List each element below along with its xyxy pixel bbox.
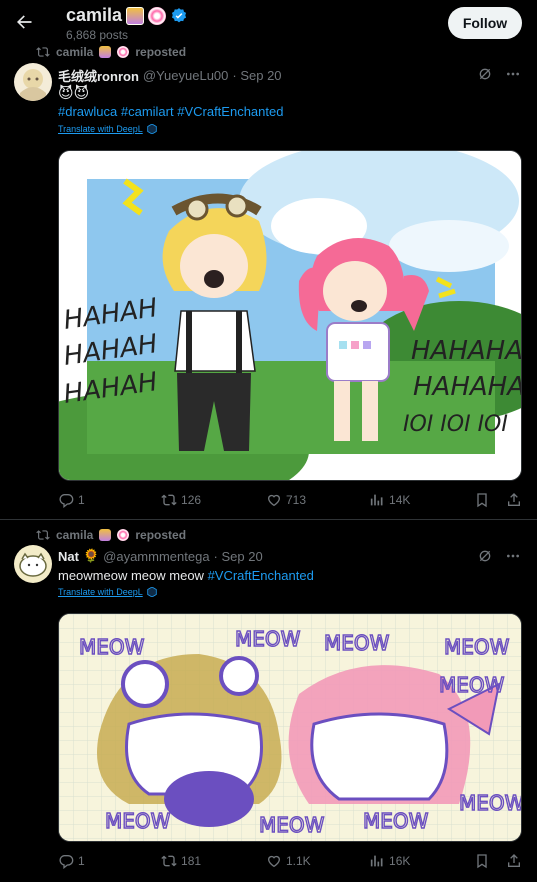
tweet-top-actions [477,548,521,564]
tweet-author-row: Nat 🌻 @ayammmentega · Sep 20 [58,548,263,564]
more-options-icon[interactable] [505,548,521,564]
heart-icon [267,855,281,868]
repost-count: 181 [181,854,202,868]
views-count: 16K [389,854,411,868]
hashtag-links[interactable]: #drawluca #camilart #VCraftEnchanted [58,104,283,119]
avatar[interactable] [14,63,52,101]
tweet-text: meowmeow meow meow #VCraftEnchanted [58,568,314,583]
art-text-right-2: HAHAHA [413,372,522,402]
author-handle[interactable]: @YueyueLu00 [143,68,229,83]
repost-button[interactable]: 126 [161,492,266,508]
reply-count: 1 [78,854,85,868]
post-count: 6,868 posts [66,28,129,42]
author-name[interactable]: 毛绒绒ronron [58,66,139,85]
repost-indicator: camila reposted [36,45,186,59]
deepl-icon [147,124,157,134]
tweet-author-row: 毛绒绒ronron @YueyueLu00 · Sep 20 [58,66,282,85]
author-name[interactable]: Nat [58,549,79,564]
heart-icon [267,494,281,507]
reply-icon [59,855,74,869]
repost-count: 126 [181,493,202,507]
tweet-media-image[interactable]: MEOW MEOW MEOW MEOW MEOW MEOW MEOW MEOW … [58,613,522,842]
art-text-meow: MEOW [235,627,301,651]
profile-name: camila [66,5,123,25]
reply-icon [59,494,74,508]
art-text-meow: MEOW [324,631,390,655]
reply-count: 1 [78,493,85,507]
tarot-card-emoji-icon [99,529,112,541]
like-count: 1.1K [286,854,311,868]
translate-label[interactable]: Translate with DeepL [58,587,143,597]
art-text-meow: MEOW [363,809,429,833]
profile-header: camila 6,868 posts Follow [0,0,537,44]
deepl-icon [147,587,157,597]
grok-icon[interactable] [477,548,493,564]
bookmark-icon[interactable] [474,492,490,508]
share-icon[interactable] [506,492,522,508]
lollipop-emoji-icon [117,46,130,58]
art-text-right-1: HAHAHA [411,336,522,366]
tweet-top-actions [477,66,521,82]
repost-icon [36,47,50,57]
art-text-meow: MEOW [105,809,171,833]
repost-icon [36,530,50,540]
lollipop-emoji-icon [148,6,167,25]
tweet-actions: 1 126 713 14K [58,492,522,508]
reposted-label: reposted [135,45,187,59]
repost-indicator: camila reposted [36,528,186,542]
translate-link[interactable]: Translate with DeepL [58,124,157,134]
share-icon[interactable] [506,853,522,869]
art-text-meow: MEOW [79,635,145,659]
avatar[interactable] [14,545,52,583]
views-button[interactable]: 16K [369,853,474,869]
art-text-meow: MEOW [259,813,325,837]
verified-badge-icon [171,7,187,22]
sunflower-emoji-icon: 🌻 [82,548,100,563]
art-text-right-3: IOI IOI IOI [403,412,508,437]
like-count: 713 [286,493,307,507]
reply-button[interactable]: 1 [58,492,161,508]
lollipop-emoji-icon [117,529,130,541]
tweet-media-image[interactable]: HAHAH HAHAH HAHAH HAHAHA HAHAHA IOI IOI … [58,150,522,481]
tarot-card-emoji-icon [126,6,145,25]
tweet-actions: 1 181 1.1K 16K [58,853,522,869]
tweet-text: #drawluca #camilart #VCraftEnchanted [58,104,283,119]
like-button[interactable]: 1.1K [266,853,369,869]
tweet-date[interactable]: · Sep 20 [214,549,263,564]
tweet-body: meowmeow meow meow [58,568,204,583]
art-text-meow: MEOW [444,635,510,659]
reposter-name[interactable]: camila [56,45,93,59]
reposted-label: reposted [135,528,187,542]
repost-icon [161,855,177,867]
tweet-date[interactable]: · Sep 20 [232,68,281,83]
back-arrow-icon[interactable] [14,12,34,32]
tweet-emoji-line: 😈😈 [58,85,90,102]
art-text-meow: MEOW [459,791,522,815]
repost-button[interactable]: 181 [161,853,266,869]
bookmark-icon[interactable] [474,853,490,869]
views-button[interactable]: 14K [369,492,474,508]
follow-button[interactable]: Follow [448,7,522,39]
meow-sketch-image: MEOW MEOW MEOW MEOW MEOW MEOW MEOW MEOW … [59,614,522,841]
profile-title-row: camila [66,5,188,26]
repost-icon [161,494,177,506]
translate-link[interactable]: Translate with DeepL [58,587,157,597]
reply-button[interactable]: 1 [58,853,161,869]
translate-label[interactable]: Translate with DeepL [58,124,143,134]
hashtag-link[interactable]: #VCraftEnchanted [208,568,314,583]
author-handle[interactable]: @ayammmentega [103,549,209,564]
reposter-name[interactable]: camila [56,528,93,542]
tweet-divider [0,519,537,520]
chibi-artwork-image: HAHAH HAHAH HAHAH HAHAHA HAHAHA IOI IOI … [59,151,522,480]
views-chart-icon [370,855,383,867]
more-options-icon[interactable] [505,66,521,82]
tarot-card-emoji-icon [99,46,112,58]
art-text-meow: MEOW [439,673,505,697]
like-button[interactable]: 713 [266,492,369,508]
views-count: 14K [389,493,411,507]
grok-icon[interactable] [477,66,493,82]
views-chart-icon [370,494,383,506]
